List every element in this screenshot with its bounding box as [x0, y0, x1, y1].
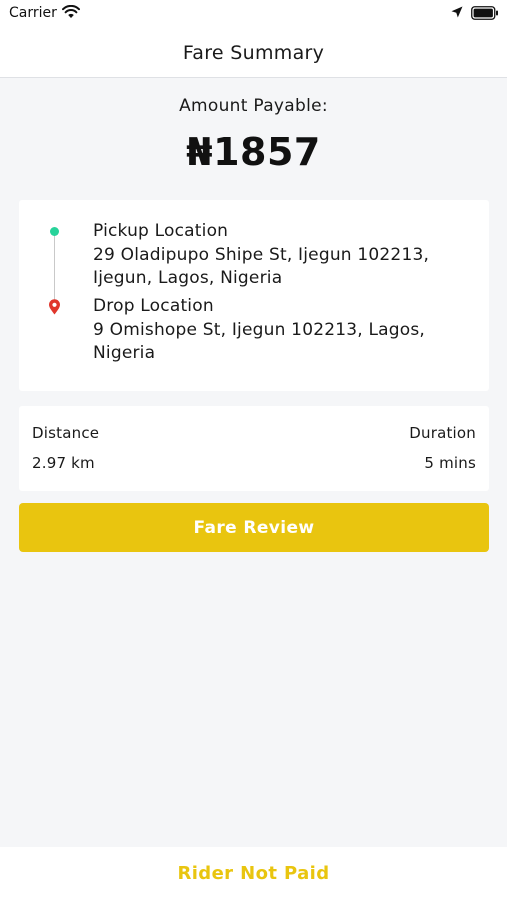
trip-details-card: Distance 2.97 km Duration 5 mins — [19, 406, 489, 491]
location-arrow-icon — [451, 6, 463, 18]
battery-icon — [471, 6, 498, 20]
status-bar: Carrier — [0, 0, 507, 28]
rider-not-paid-button[interactable]: Rider Not Paid — [0, 847, 507, 900]
wifi-icon — [62, 5, 80, 18]
page-title: Fare Summary — [182, 42, 325, 64]
distance-label: Distance — [32, 424, 100, 442]
carrier-label: Carrier — [9, 5, 57, 21]
drop-location-title: Drop Location — [93, 296, 214, 316]
fare-review-button[interactable]: Fare Review — [19, 503, 489, 552]
pickup-location-title: Pickup Location — [93, 221, 229, 241]
pickup-location-address: 29 Oladipupo Shipe St, Ijegun 102213, Ij… — [93, 245, 430, 288]
nav-bar: Fare Summary — [0, 28, 507, 78]
drop-pin-icon — [49, 299, 60, 315]
distance-value: 2.97 km — [32, 454, 95, 472]
duration-value: 5 mins — [424, 454, 476, 472]
pickup-dot-icon — [50, 227, 59, 236]
amount-payable-label: Amount Payable: — [179, 96, 328, 116]
bottom-bar: Rider Not Paid — [0, 847, 507, 900]
route-connector-line — [54, 234, 55, 304]
amount-payable-value: ₦1857 — [186, 130, 321, 174]
route-card: Pickup Location 29 Oladipupo Shipe St, I… — [19, 200, 489, 391]
drop-location-address: 9 Omishope St, Ijegun 102213, Lagos, Nig… — [93, 320, 426, 363]
duration-label: Duration — [409, 424, 476, 442]
